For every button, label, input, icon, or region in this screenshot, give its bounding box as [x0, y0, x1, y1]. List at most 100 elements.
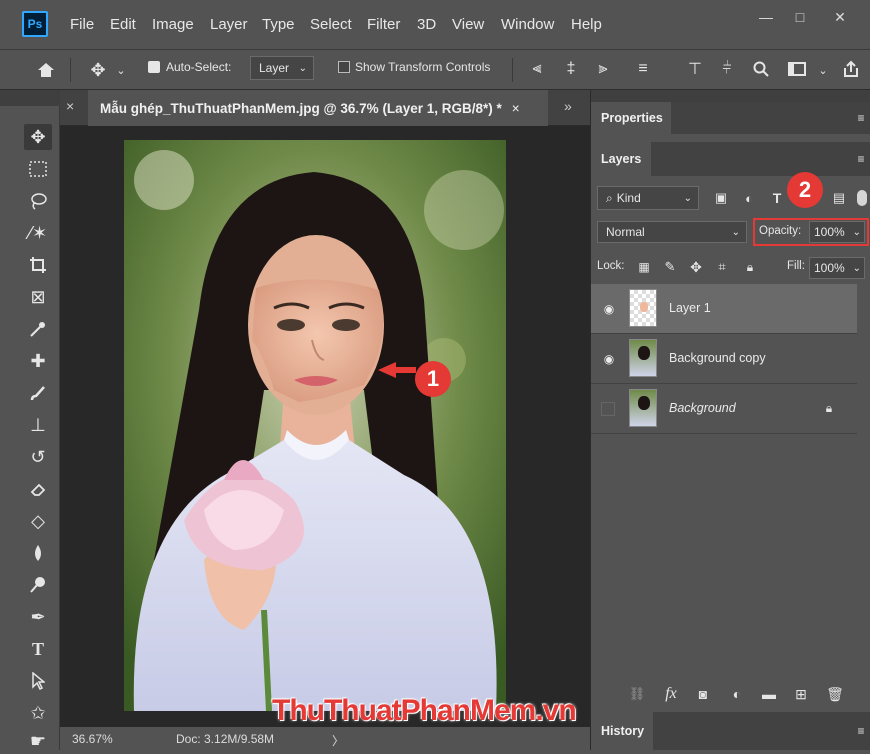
crop-tool-icon[interactable]	[24, 252, 52, 278]
opacity-input[interactable]: 100% ⌄	[809, 221, 865, 243]
document-tab[interactable]: Mẫu ghép_ThuThuatPhanMem.jpg @ 36.7% (La…	[88, 90, 548, 126]
maximize-button[interactable]: □	[778, 4, 822, 30]
adjustment-filter-icon[interactable]: ◐	[739, 188, 759, 208]
chevron-down-icon[interactable]: ⌄	[114, 60, 128, 80]
layer-filter-dropdown[interactable]: ⌕ Kind ⌄	[597, 186, 699, 210]
new-layer-icon[interactable]: ⊞	[791, 684, 811, 704]
panel-menu-icon[interactable]: ≡	[853, 151, 869, 167]
menu-filter[interactable]: Filter	[367, 16, 400, 33]
menu-edit[interactable]: Edit	[110, 16, 136, 33]
menu-layer[interactable]: Layer	[210, 16, 248, 33]
eyedropper-icon[interactable]	[24, 316, 52, 342]
auto-select-checkbox[interactable]	[148, 61, 160, 73]
lock-artboard-icon[interactable]: ⌗	[713, 258, 731, 276]
smart-object-filter-icon[interactable]: ▤	[829, 188, 849, 208]
eye-icon[interactable]: ◉	[601, 352, 617, 366]
tab-properties[interactable]: Properties	[591, 102, 671, 134]
panel-header[interactable]	[591, 90, 870, 102]
add-mask-icon[interactable]: ◙	[693, 684, 713, 704]
close-icon[interactable]: ×	[66, 98, 74, 114]
align-left-icon[interactable]: ⫷	[526, 58, 548, 80]
panel-menu-icon[interactable]: ≡	[853, 110, 869, 126]
menu-3d[interactable]: 3D	[417, 16, 436, 33]
menu-window[interactable]: Window	[501, 16, 554, 33]
menu-select[interactable]: Select	[310, 16, 352, 33]
healing-brush-icon[interactable]: ✚	[24, 348, 52, 374]
fill-input[interactable]: 100% ⌄	[809, 257, 865, 279]
lock-label: Lock:	[597, 260, 625, 272]
fill-label: Fill:	[787, 260, 805, 272]
blend-mode-dropdown[interactable]: Normal ⌄	[597, 221, 747, 243]
home-icon[interactable]	[34, 58, 58, 82]
workspace-icon[interactable]	[786, 58, 808, 80]
menu-help[interactable]: Help	[571, 16, 602, 33]
collapse-icon[interactable]: »	[564, 98, 572, 114]
filter-toggle[interactable]	[857, 190, 867, 206]
lock-transparent-icon[interactable]: ▦	[635, 258, 653, 276]
layer-row-background[interactable]: Background 🔒︎	[591, 384, 857, 434]
fx-icon[interactable]: fx	[661, 684, 681, 704]
tab-layers[interactable]: Layers	[591, 142, 651, 176]
dodge-tool-icon[interactable]	[24, 572, 52, 598]
hand-tool-icon[interactable]: ☛	[24, 728, 52, 754]
layer-thumbnail	[629, 289, 657, 327]
brush-tool-icon[interactable]	[24, 380, 52, 406]
move-tool-icon[interactable]: ✥	[86, 58, 110, 82]
lasso-tool-icon[interactable]	[24, 188, 52, 214]
custom-shape-icon[interactable]: ✩	[24, 700, 52, 726]
zoom-level[interactable]: 36.67%	[72, 732, 113, 746]
paint-bucket-icon[interactable]: ◇	[24, 508, 52, 534]
photoshop-logo[interactable]: Ps	[22, 11, 48, 37]
align-middle-icon[interactable]: ⫩	[716, 58, 738, 80]
status-menu-arrow[interactable]: 〉	[332, 732, 344, 749]
align-center-icon[interactable]: ‡	[560, 58, 582, 80]
share-icon[interactable]	[840, 58, 862, 80]
eye-icon[interactable]: ◉	[601, 302, 617, 316]
lock-all-icon[interactable]: 🔒︎	[741, 258, 759, 276]
menu-type[interactable]: Type	[262, 16, 295, 33]
move-tool-icon[interactable]: ✥	[24, 124, 52, 150]
lock-pixels-icon[interactable]: ✎	[661, 258, 679, 276]
lock-position-icon[interactable]: ✥	[687, 258, 705, 276]
marquee-tool-icon[interactable]	[24, 156, 52, 182]
auto-select-dropdown[interactable]: Layer ⌄	[250, 56, 314, 80]
chevron-down-icon[interactable]: ⌄	[816, 60, 830, 80]
close-button[interactable]: ✕	[818, 4, 862, 30]
frame-tool-icon[interactable]: ⊠	[24, 284, 52, 310]
path-selection-icon[interactable]	[24, 668, 52, 694]
show-transform-checkbox[interactable]	[338, 61, 350, 73]
canvas-area[interactable]: 1	[60, 126, 590, 727]
eraser-tool-icon[interactable]	[24, 476, 52, 502]
menu-view[interactable]: View	[452, 16, 484, 33]
folder-icon[interactable]: ▬	[759, 684, 779, 704]
pen-tool-icon[interactable]: ✒	[24, 604, 52, 630]
align-top-icon[interactable]: ⊤	[684, 58, 706, 80]
search-icon: ⌕	[606, 190, 613, 205]
stamp-tool-icon[interactable]: ⊥	[24, 412, 52, 438]
visibility-toggle[interactable]	[601, 402, 615, 416]
menu-image[interactable]: Image	[152, 16, 194, 33]
image-filter-icon[interactable]: ▣	[711, 188, 731, 208]
type-filter-icon[interactable]: T	[767, 188, 787, 208]
layer-row-background-copy[interactable]: ◉ Background copy	[591, 334, 857, 384]
history-brush-icon[interactable]: ↺	[24, 444, 52, 470]
chevron-down-icon: ⌄	[683, 192, 692, 204]
search-icon[interactable]	[750, 58, 772, 80]
type-tool-icon[interactable]: T	[24, 636, 52, 662]
document-image[interactable]	[124, 140, 506, 711]
blur-tool-icon[interactable]	[24, 540, 52, 566]
menu-file[interactable]: File	[70, 16, 94, 33]
layer-row-layer-1[interactable]: ◉ Layer 1	[591, 284, 857, 334]
link-layers-icon[interactable]: ⛓︎	[627, 684, 647, 704]
tools-panel: ✥ ⁄✶ ⊠ ✚ ⊥ ↺ ◇ ✒ T ✩ ☛	[0, 90, 60, 751]
magic-wand-icon[interactable]: ⁄✶	[24, 220, 52, 246]
distribute-icon[interactable]: ≡	[632, 58, 654, 80]
trash-icon[interactable]: 🗑︎	[825, 684, 845, 704]
align-right-icon[interactable]: ⫸	[592, 58, 614, 80]
close-icon[interactable]: ×	[512, 101, 520, 116]
blend-mode-value: Normal	[606, 225, 645, 239]
tab-history[interactable]: History	[591, 712, 653, 750]
panel-menu-icon[interactable]: ≡	[853, 723, 869, 739]
adjustment-layer-icon[interactable]: ◐	[727, 684, 747, 704]
toolbar-header[interactable]	[0, 90, 60, 106]
